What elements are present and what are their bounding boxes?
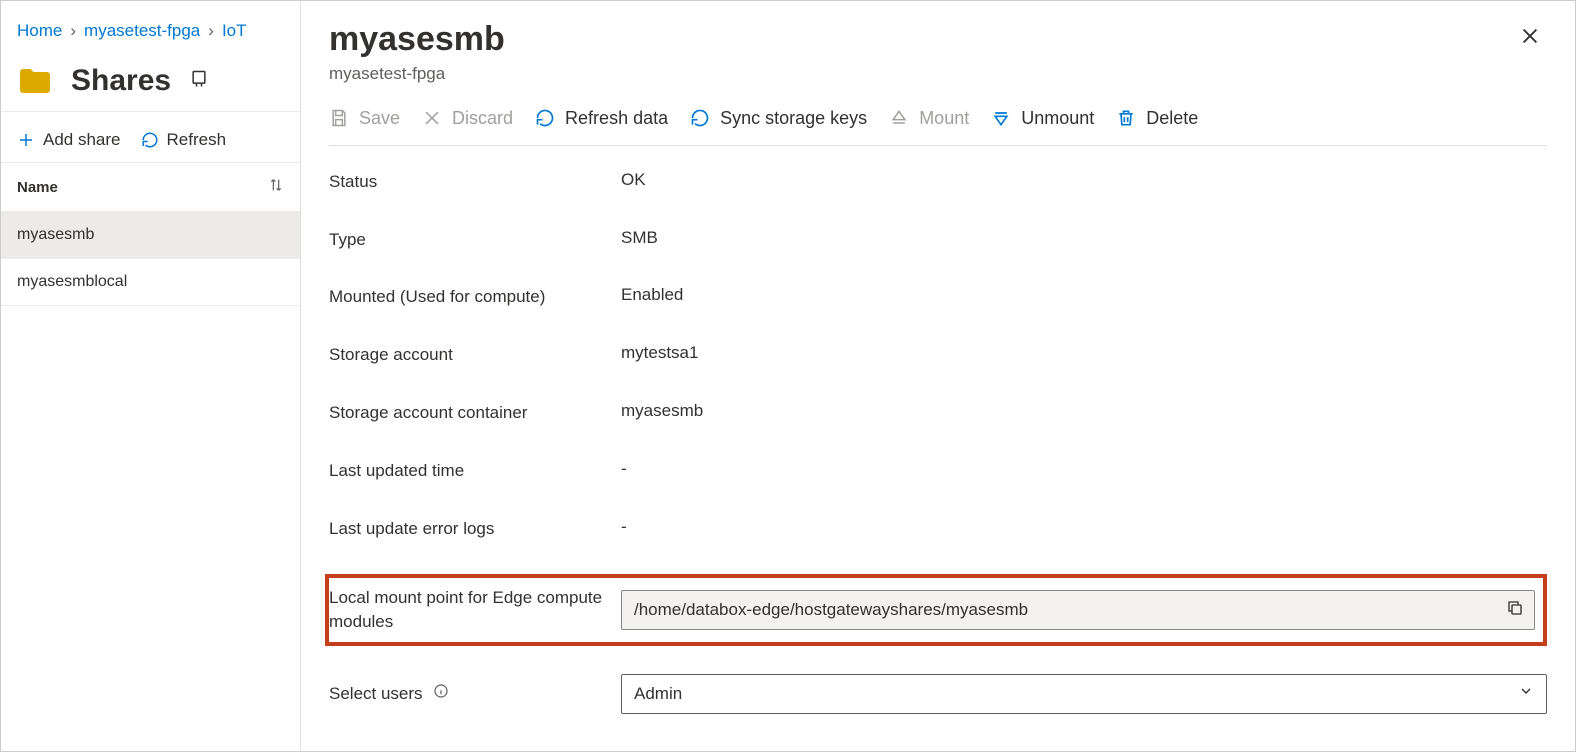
- mounted-label: Mounted (Used for compute): [329, 285, 621, 309]
- mounted-value: Enabled: [621, 285, 1547, 305]
- last-updated-label: Last updated time: [329, 459, 621, 483]
- type-label: Type: [329, 228, 621, 252]
- page-title: Shares: [71, 64, 171, 98]
- mount-point-highlight: Local mount point for Edge compute modul…: [325, 574, 1547, 646]
- detail-toolbar: Save Discard Refresh data Sync storage k…: [329, 84, 1547, 146]
- info-icon[interactable]: [433, 683, 449, 699]
- shares-toolbar: Add share Refresh: [1, 111, 300, 162]
- save-button: Save: [329, 108, 400, 129]
- detail-title: myasesmb: [329, 19, 505, 60]
- shares-panel: Home › myasetest-fpga › IoT Shares Add s…: [1, 1, 301, 751]
- discard-button: Discard: [422, 108, 513, 129]
- storage-account-value: mytestsa1: [621, 343, 1547, 363]
- copy-icon: [1506, 602, 1524, 621]
- unmount-button[interactable]: Unmount: [991, 108, 1094, 129]
- select-users-dropdown[interactable]: Admin: [621, 674, 1547, 714]
- status-value: OK: [621, 170, 1547, 190]
- refresh-icon: [141, 131, 159, 149]
- breadcrumb-resource[interactable]: myasetest-fpga: [84, 21, 200, 41]
- breadcrumb-home[interactable]: Home: [17, 21, 62, 41]
- save-icon: [329, 108, 349, 128]
- unmount-icon: [991, 108, 1011, 128]
- refresh-shares-button[interactable]: Refresh: [141, 130, 227, 150]
- mount-point-input[interactable]: [622, 600, 1496, 620]
- share-detail-panel: myasesmb myasetest-fpga Save Discard Ref…: [301, 1, 1575, 751]
- column-name-label: Name: [17, 179, 58, 196]
- refresh-data-button[interactable]: Refresh data: [535, 108, 668, 129]
- list-item[interactable]: myasesmblocal: [1, 259, 300, 306]
- select-users-value: Admin: [634, 684, 682, 704]
- chevron-right-icon: ›: [70, 21, 76, 41]
- discard-icon: [422, 108, 442, 128]
- refresh-shares-label: Refresh: [167, 130, 227, 150]
- storage-account-label: Storage account: [329, 343, 621, 367]
- container-value: myasesmb: [621, 401, 1547, 421]
- mount-icon: [889, 108, 909, 128]
- add-share-button[interactable]: Add share: [17, 130, 121, 150]
- sort-icon: [268, 177, 284, 197]
- delete-icon: [1116, 108, 1136, 128]
- sync-storage-button[interactable]: Sync storage keys: [690, 108, 867, 129]
- chevron-right-icon: ›: [208, 21, 214, 41]
- breadcrumb-iot[interactable]: IoT: [222, 21, 247, 41]
- close-button[interactable]: [1513, 19, 1547, 57]
- detail-subtitle: myasetest-fpga: [329, 64, 505, 84]
- shares-list-header[interactable]: Name: [1, 162, 300, 212]
- pin-icon[interactable]: [189, 69, 209, 93]
- select-users-label: Select users: [329, 682, 621, 706]
- container-label: Storage account container: [329, 401, 621, 425]
- error-logs-label: Last update error logs: [329, 517, 621, 541]
- add-share-label: Add share: [43, 130, 121, 150]
- close-icon: [1519, 34, 1541, 51]
- breadcrumb: Home › myasetest-fpga › IoT: [1, 11, 300, 51]
- list-item[interactable]: myasesmb: [1, 212, 300, 259]
- status-label: Status: [329, 170, 621, 194]
- refresh-icon: [535, 108, 555, 128]
- error-logs-value: -: [621, 517, 1547, 537]
- chevron-down-icon: [1518, 683, 1534, 704]
- mount-button: Mount: [889, 108, 969, 129]
- plus-icon: [17, 131, 35, 149]
- last-updated-value: -: [621, 459, 1547, 479]
- mount-point-label: Local mount point for Edge compute modul…: [329, 586, 621, 634]
- type-value: SMB: [621, 228, 1547, 248]
- folder-icon: [17, 63, 53, 99]
- sync-icon: [690, 108, 710, 128]
- copy-button[interactable]: [1496, 599, 1534, 622]
- delete-button[interactable]: Delete: [1116, 108, 1198, 129]
